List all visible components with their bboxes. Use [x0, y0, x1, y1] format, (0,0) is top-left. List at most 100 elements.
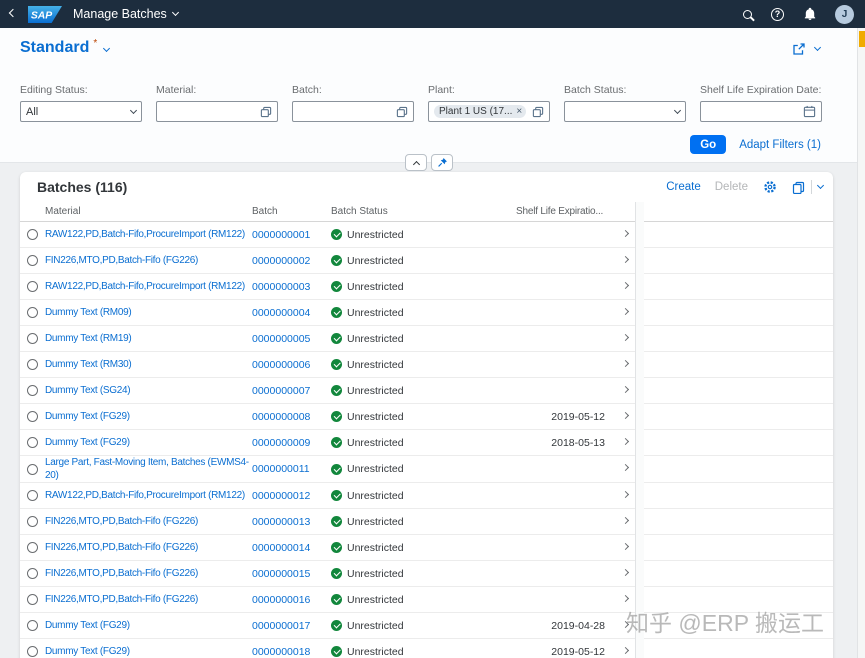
shelf-life-date-input[interactable] — [700, 101, 822, 122]
user-avatar[interactable]: J — [835, 4, 854, 24]
row-select-radio[interactable] — [27, 411, 38, 422]
search-button[interactable] — [742, 9, 753, 20]
go-button[interactable]: Go — [690, 135, 727, 154]
row-navigation-chevron-icon[interactable] — [621, 646, 629, 654]
table-row[interactable]: FIN226,MTO,PD,Batch-Fifo (FG226) 0000000… — [20, 535, 833, 561]
row-navigation-chevron-icon[interactable] — [621, 594, 629, 602]
editing-status-select[interactable]: All — [20, 101, 142, 122]
batch-link[interactable]: 0000000017 — [252, 620, 310, 632]
table-row[interactable]: Dummy Text (FG29) 0000000017 Unrestricte… — [20, 613, 833, 639]
batch-input[interactable] — [292, 101, 414, 122]
collapse-header-button[interactable] — [405, 154, 427, 171]
row-select-radio[interactable] — [27, 542, 38, 553]
table-row[interactable]: Dummy Text (RM30) 0000000006 Unrestricte… — [20, 352, 833, 378]
row-select-radio[interactable] — [27, 281, 38, 292]
batch-link[interactable]: 0000000005 — [252, 333, 310, 345]
batch-link[interactable]: 0000000002 — [252, 255, 310, 267]
row-navigation-chevron-icon[interactable] — [621, 359, 629, 367]
table-row[interactable]: FIN226,MTO,PD,Batch-Fifo (FG226) 0000000… — [20, 587, 833, 613]
table-row[interactable]: Dummy Text (FG29) 0000000008 Unrestricte… — [20, 404, 833, 430]
batch-status-select[interactable] — [564, 101, 686, 122]
row-navigation-chevron-icon[interactable] — [621, 437, 629, 445]
table-row[interactable]: FIN226,MTO,PD,Batch-Fifo (FG226) 0000000… — [20, 561, 833, 587]
value-help-icon[interactable] — [396, 106, 408, 118]
table-row[interactable]: FIN226,MTO,PD,Batch-Fifo (FG226) 0000000… — [20, 248, 833, 274]
app-title-menu[interactable]: Manage Batches — [73, 7, 179, 21]
header-menu-button[interactable] — [813, 43, 822, 52]
table-row[interactable]: Dummy Text (SG24) 0000000007 Unrestricte… — [20, 378, 833, 404]
table-row[interactable]: RAW122,PD,Batch-Fifo,ProcureImport (RM12… — [20, 222, 833, 248]
plant-token[interactable]: Plant 1 US (17... — [434, 105, 526, 118]
batch-link[interactable]: 0000000008 — [252, 411, 310, 423]
table-row[interactable]: Dummy Text (FG29) 0000000018 Unrestricte… — [20, 639, 833, 658]
create-button[interactable]: Create — [666, 181, 701, 193]
notifications-button[interactable] — [802, 6, 818, 22]
row-select-radio[interactable] — [27, 594, 38, 605]
row-navigation-chevron-icon[interactable] — [621, 490, 629, 498]
row-select-radio[interactable] — [27, 646, 38, 657]
batch-link[interactable]: 0000000006 — [252, 359, 310, 371]
material-link[interactable]: FIN226,MTO,PD,Batch-Fifo (FG226) — [45, 255, 198, 266]
batch-link[interactable]: 0000000016 — [252, 594, 310, 606]
row-select-radio[interactable] — [27, 516, 38, 527]
batch-link[interactable]: 0000000012 — [252, 490, 310, 502]
batch-status-column-header[interactable]: Batch Status — [331, 206, 516, 217]
row-select-radio[interactable] — [27, 437, 38, 448]
calendar-icon[interactable] — [803, 105, 816, 118]
row-select-radio[interactable] — [27, 385, 38, 396]
table-row[interactable]: Large Part, Fast-Moving Item, Batches (E… — [20, 456, 833, 483]
row-navigation-chevron-icon[interactable] — [621, 620, 629, 628]
material-link[interactable]: FIN226,MTO,PD,Batch-Fifo (FG226) — [45, 594, 198, 605]
plant-input[interactable]: Plant 1 US (17... — [428, 101, 550, 122]
row-select-radio[interactable] — [27, 490, 38, 501]
row-navigation-chevron-icon[interactable] — [621, 229, 629, 237]
row-navigation-chevron-icon[interactable] — [621, 463, 629, 472]
row-select-radio[interactable] — [27, 307, 38, 318]
material-link[interactable]: FIN226,MTO,PD,Batch-Fifo (FG226) — [45, 568, 198, 579]
material-input[interactable] — [156, 101, 278, 122]
export-menu-button[interactable] — [792, 180, 825, 194]
row-select-radio[interactable] — [27, 568, 38, 579]
material-link[interactable]: RAW122,PD,Batch-Fifo,ProcureImport (RM12… — [45, 490, 245, 501]
help-button[interactable] — [770, 7, 785, 22]
material-link[interactable]: Large Part, Fast-Moving Item, Batches (E… — [45, 457, 249, 481]
back-button[interactable] — [8, 8, 18, 17]
material-link[interactable]: Dummy Text (FG29) — [45, 620, 130, 631]
row-navigation-chevron-icon[interactable] — [621, 255, 629, 263]
material-link[interactable]: Dummy Text (SG24) — [45, 385, 131, 396]
table-row[interactable]: FIN226,MTO,PD,Batch-Fifo (FG226) 0000000… — [20, 509, 833, 535]
batch-link[interactable]: 0000000011 — [252, 463, 310, 475]
batch-link[interactable]: 0000000004 — [252, 307, 310, 319]
row-navigation-chevron-icon[interactable] — [621, 307, 629, 315]
batch-link[interactable]: 0000000007 — [252, 385, 310, 397]
material-link[interactable]: Dummy Text (RM30) — [45, 359, 132, 370]
value-help-icon[interactable] — [260, 106, 272, 118]
row-select-radio[interactable] — [27, 333, 38, 344]
table-row[interactable]: Dummy Text (RM19) 0000000005 Unrestricte… — [20, 326, 833, 352]
material-column-header[interactable]: Material — [45, 206, 252, 217]
material-link[interactable]: Dummy Text (RM19) — [45, 333, 132, 344]
batch-link[interactable]: 0000000009 — [252, 437, 310, 449]
value-help-icon[interactable] — [532, 106, 544, 118]
material-link[interactable]: Dummy Text (FG29) — [45, 646, 130, 657]
table-row[interactable]: RAW122,PD,Batch-Fifo,ProcureImport (RM12… — [20, 274, 833, 300]
batch-link[interactable]: 0000000003 — [252, 281, 310, 293]
row-navigation-chevron-icon[interactable] — [621, 333, 629, 341]
adapt-filters-link[interactable]: Adapt Filters (1) — [739, 139, 821, 151]
pin-header-button[interactable] — [431, 154, 453, 171]
table-row[interactable]: RAW122,PD,Batch-Fifo,ProcureImport (RM12… — [20, 483, 833, 509]
row-select-radio[interactable] — [27, 359, 38, 370]
material-link[interactable]: Dummy Text (FG29) — [45, 411, 130, 422]
material-link[interactable]: Dummy Text (RM09) — [45, 307, 132, 318]
share-button[interactable] — [791, 41, 807, 57]
row-navigation-chevron-icon[interactable] — [621, 385, 629, 393]
row-navigation-chevron-icon[interactable] — [621, 411, 629, 419]
shelf-life-column-header[interactable]: Shelf Life Expiratio... — [516, 206, 615, 217]
row-select-radio[interactable] — [27, 255, 38, 266]
batch-link[interactable]: 0000000001 — [252, 229, 310, 241]
delete-button[interactable]: Delete — [715, 181, 748, 193]
table-row[interactable]: Dummy Text (RM09) 0000000004 Unrestricte… — [20, 300, 833, 326]
material-link[interactable]: RAW122,PD,Batch-Fifo,ProcureImport (RM12… — [45, 229, 245, 240]
batch-link[interactable]: 0000000014 — [252, 542, 310, 554]
row-select-radio[interactable] — [27, 463, 38, 475]
